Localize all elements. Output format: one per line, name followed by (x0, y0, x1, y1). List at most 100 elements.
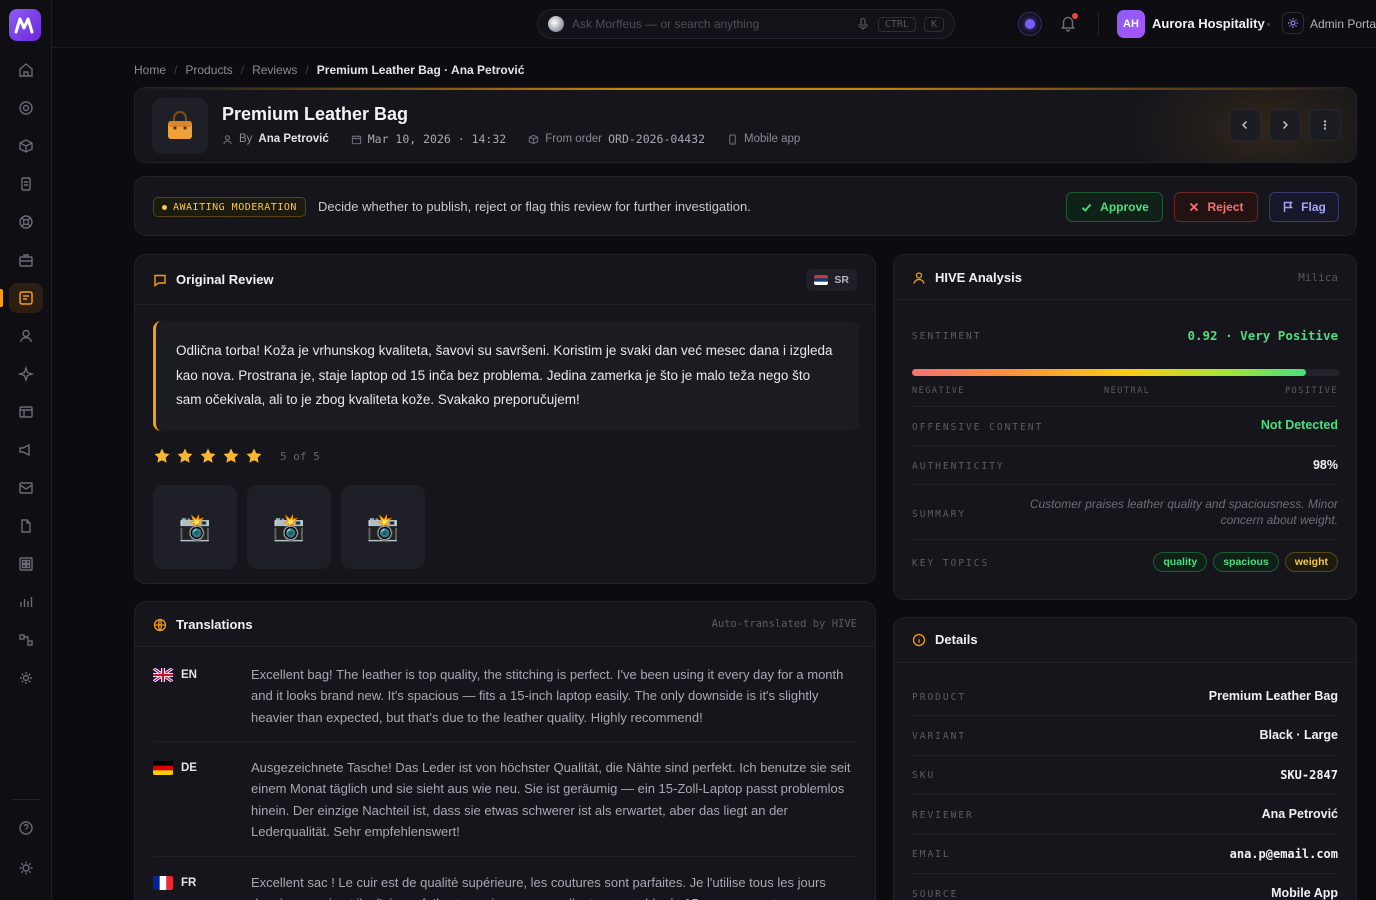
next-review-button[interactable] (1269, 109, 1301, 141)
org-switcher[interactable]: Aurora Hospitality (1152, 16, 1265, 31)
document-icon[interactable] (13, 171, 39, 197)
global-search[interactable]: Ask Morffeus — or search anything CTRL K (537, 9, 955, 39)
breadcrumb-separator: / (305, 63, 309, 77)
search-input[interactable]: Ask Morffeus — or search anything (572, 17, 848, 31)
workflow-icon[interactable] (13, 627, 39, 653)
star-icon (177, 448, 193, 463)
row-divider (912, 539, 1338, 540)
sentiment-value: 0.92 · Very Positive (1187, 328, 1338, 343)
offensive-content-label: OFFENSIVE CONTENT (912, 422, 1044, 433)
order-icon (529, 134, 539, 144)
original-review-title: Original Review (176, 272, 274, 287)
translation-text: Excellent bag! The leather is top qualit… (251, 667, 844, 725)
original-review-heading: Original Review (153, 272, 274, 287)
summary-label: SUMMARY (912, 509, 967, 520)
table-icon[interactable] (13, 399, 39, 425)
previous-review-button[interactable] (1229, 109, 1261, 141)
authenticity-value: 98% (1312, 458, 1338, 472)
order-prefix: From order (545, 133, 603, 145)
key-topics-label: KEY TOPICS (912, 558, 990, 569)
chart-icon[interactable] (13, 589, 39, 615)
scale-positive-label: POSITIVE (1285, 386, 1338, 396)
microphone-icon[interactable] (856, 17, 870, 31)
detail-value-product[interactable]: Premium Leather Bag (1209, 689, 1338, 703)
product-thumbnail (152, 98, 208, 154)
card-divider (135, 304, 875, 305)
assistant-button[interactable] (1018, 12, 1042, 36)
original-review-card: Original Review SR Odlična torba! Koža j… (134, 254, 876, 584)
moderation-bar: AWAITING MODERATION Decide whether to pu… (134, 176, 1357, 236)
translation-text: Excellent sac ! Le cuir est de qualité s… (251, 875, 826, 900)
help-icon[interactable] (13, 815, 39, 841)
support-icon[interactable] (13, 209, 39, 235)
detail-label-source: SOURCE (912, 889, 959, 900)
mobile-icon (729, 133, 736, 145)
status-badge-label: AWAITING MODERATION (173, 201, 297, 213)
card-divider (135, 646, 875, 647)
sentiment-bar (912, 369, 1306, 376)
detail-value-variant: Black · Large (1259, 728, 1338, 742)
row-divider (912, 873, 1338, 874)
org-avatar[interactable]: AH (1117, 10, 1145, 38)
settings-icon[interactable] (13, 665, 39, 691)
status-badge: AWAITING MODERATION (153, 197, 306, 217)
topic-tag[interactable]: weight (1284, 552, 1338, 572)
row-divider (912, 715, 1338, 716)
reviewer-name[interactable]: Ana Petrović (258, 133, 328, 145)
theme-toggle-icon[interactable] (13, 855, 39, 881)
details-heading: Details (912, 632, 978, 647)
review-source: Mobile app (744, 133, 801, 145)
translations-card: Translations Auto-translated by HIVE EN … (134, 601, 876, 900)
reject-label: Reject (1207, 200, 1244, 214)
inbox-icon[interactable] (13, 475, 39, 501)
row-divider (912, 755, 1338, 756)
more-options-button[interactable] (1309, 109, 1341, 141)
star-icon (200, 448, 216, 463)
breadcrumb-reviews[interactable]: Reviews (252, 63, 297, 77)
review-photo[interactable]: 📸 (341, 485, 425, 569)
admin-portal-icon[interactable] (1282, 12, 1304, 34)
megaphone-icon[interactable] (13, 437, 39, 463)
translation-lang: FR (153, 876, 196, 890)
detail-label-product: PRODUCT (912, 692, 967, 703)
grid-icon[interactable] (13, 551, 39, 577)
approve-label: Approve (1100, 200, 1149, 214)
detail-label-variant: VARIANT (912, 731, 967, 742)
message-icon (154, 274, 166, 287)
file-icon[interactable] (13, 513, 39, 539)
breadcrumb-home[interactable]: Home (134, 63, 166, 77)
sidebar-divider (12, 799, 40, 800)
scale-neutral-label: NEUTRAL (1104, 386, 1151, 396)
approve-button[interactable]: Approve (1066, 192, 1163, 222)
details-title: Details (935, 632, 978, 647)
topic-tag[interactable]: spacious (1213, 552, 1279, 572)
star-rating: 5 of 5 (153, 447, 320, 465)
flag-button[interactable]: Flag (1269, 192, 1339, 222)
user-icon[interactable] (13, 323, 39, 349)
home-icon[interactable] (13, 57, 39, 83)
breadcrumb: Home / Products / Reviews / Premium Leat… (134, 63, 524, 77)
app-logo[interactable] (9, 9, 41, 41)
reject-button[interactable]: Reject (1174, 192, 1258, 222)
review-text: Odlična torba! Koža je vrhunskog kvalite… (153, 321, 859, 431)
admin-portal-link[interactable]: Admin Portal (1310, 17, 1376, 31)
detail-value-email[interactable]: ana.p@email.com (1230, 847, 1338, 861)
reviews-icon[interactable] (0, 283, 43, 313)
sparkle-icon[interactable] (13, 361, 39, 387)
breadcrumb-separator: / (240, 63, 245, 77)
topic-tag[interactable]: quality (1153, 552, 1208, 572)
breadcrumb-products[interactable]: Products (185, 63, 232, 77)
uk-flag-icon (153, 668, 173, 682)
row-divider (912, 484, 1338, 485)
star-icon (246, 448, 262, 463)
detail-value-reviewer[interactable]: Ana Petrović (1262, 807, 1338, 821)
box-icon[interactable] (13, 133, 39, 159)
briefcase-icon[interactable] (13, 247, 39, 273)
review-photo[interactable]: 📸 (153, 485, 237, 569)
hive-analysis-card: HIVE Analysis Milica SENTIMENT 0.92 · Ve… (893, 254, 1357, 600)
target-icon[interactable] (13, 95, 39, 121)
review-photo[interactable]: 📸 (247, 485, 331, 569)
calendar-icon (351, 134, 361, 144)
order-id-link[interactable]: ORD-2026-04432 (608, 132, 705, 146)
key-topics-list: quality spacious weight (1153, 552, 1338, 572)
